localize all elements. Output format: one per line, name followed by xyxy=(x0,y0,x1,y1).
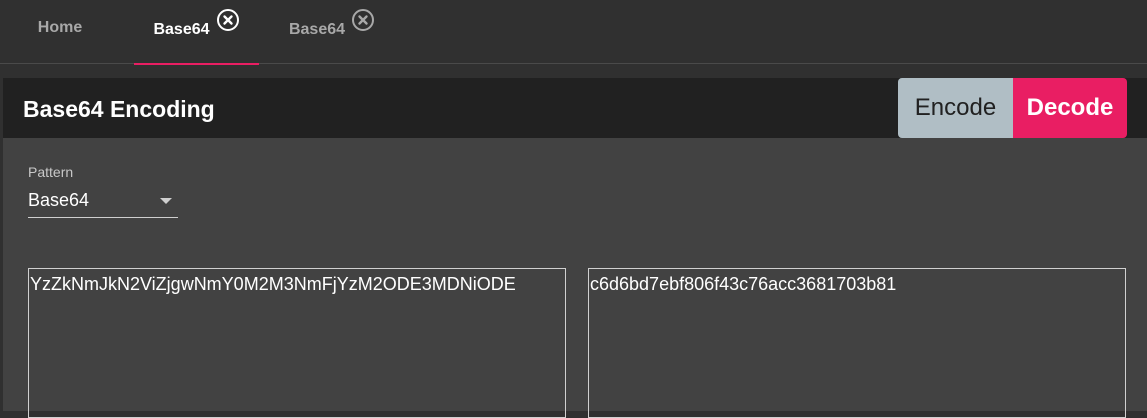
close-circle-icon[interactable] xyxy=(216,8,240,32)
decode-button[interactable]: Decode xyxy=(1013,78,1127,138)
active-tab-indicator xyxy=(134,63,259,65)
tab-label: Home xyxy=(37,19,83,36)
tab-base64[interactable]: Base64 xyxy=(272,0,392,64)
input-textarea[interactable]: YzZkNmJkN2ViZjgwNmY0M2M3NmFjYzM2ODE3MDNi… xyxy=(28,268,566,418)
tab-base64-active[interactable]: Base64 xyxy=(134,0,259,65)
tab-home[interactable]: Home xyxy=(20,0,100,64)
page-title: Base64 Encoding xyxy=(23,96,215,122)
panel-header: Base64 Encoding Encode Decode xyxy=(3,78,1147,138)
pattern-selected-value: Base64 xyxy=(28,190,90,210)
caret-down-icon xyxy=(160,198,172,204)
output-textarea[interactable]: c6d6bd7ebf806f43c76acc3681703b81 xyxy=(588,268,1126,418)
tab-bar: Home Base64 Base64 xyxy=(0,0,1147,65)
encoding-panel: Base64 Encoding Encode Decode Pattern Ba… xyxy=(3,78,1147,418)
close-circle-icon[interactable] xyxy=(351,8,375,32)
tab-label: Base64 xyxy=(288,21,346,38)
pattern-label: Pattern xyxy=(28,164,74,180)
pattern-select[interactable]: Base64 xyxy=(28,184,178,218)
tab-label: Base64 xyxy=(153,21,210,38)
encode-button[interactable]: Encode xyxy=(898,78,1013,138)
